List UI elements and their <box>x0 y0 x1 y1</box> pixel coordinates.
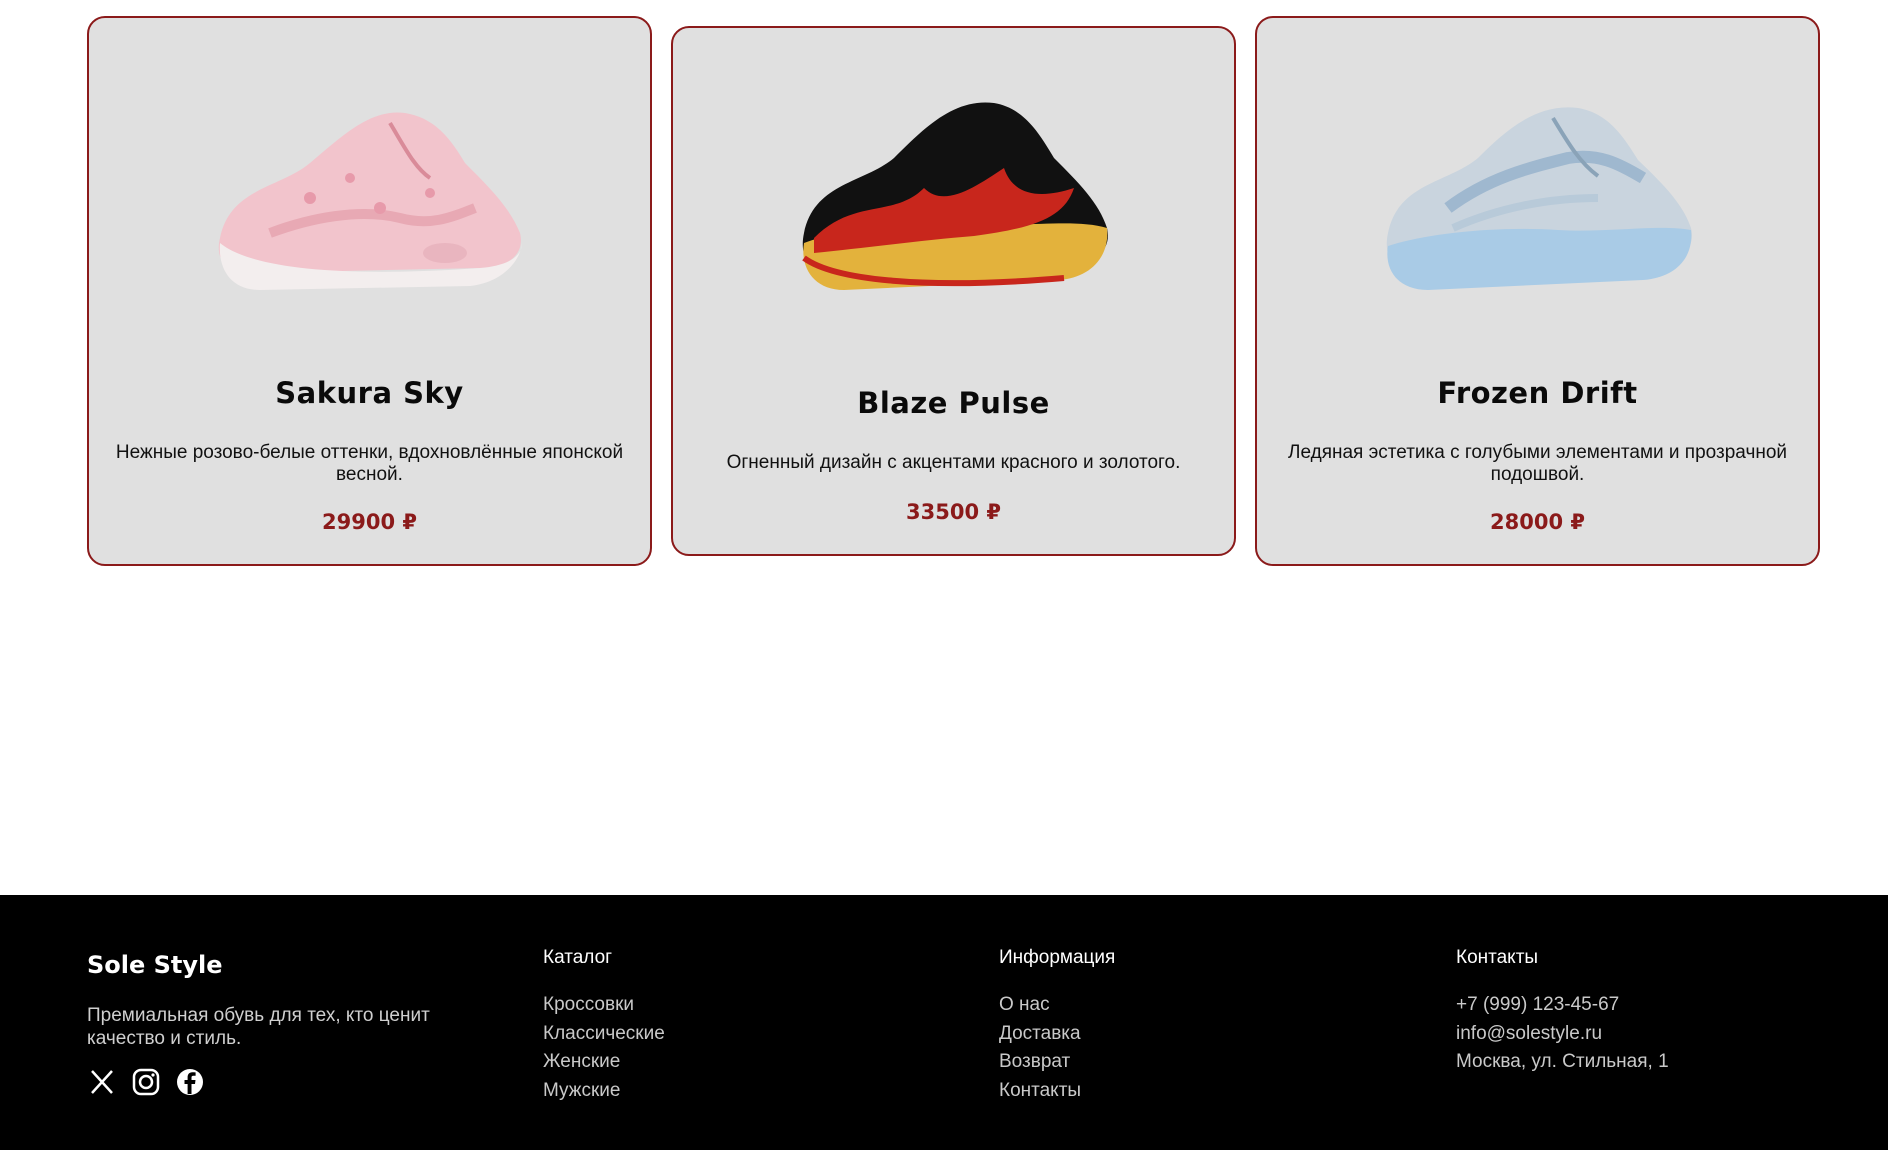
product-name: Frozen Drift <box>1437 376 1638 410</box>
footer-brand-logo[interactable]: Sole Style <box>87 951 223 979</box>
catalog-heading: Каталог <box>543 947 613 968</box>
product-price: 33500 ₽ <box>906 500 1001 524</box>
social-links <box>87 1067 205 1097</box>
product-name: Sakura Sky <box>275 376 464 410</box>
site-footer: Sole Style Премиальная обувь для тех, кт… <box>0 895 1888 1150</box>
product-description: Нежные розово-белые оттенки, вдохновлённ… <box>115 442 624 485</box>
x-icon[interactable] <box>87 1067 117 1097</box>
contacts-heading: Контакты <box>1456 947 1539 968</box>
product-card-sakura-sky[interactable]: Sakura Sky Нежные розово-белые оттенки, … <box>87 16 652 566</box>
catalog-link[interactable]: Классические <box>543 1020 665 1049</box>
info-link[interactable]: О нас <box>999 991 1081 1020</box>
product-grid: Sakura Sky Нежные розово-белые оттенки, … <box>87 16 1821 566</box>
facebook-icon[interactable] <box>175 1067 205 1097</box>
info-link[interactable]: Возврат <box>999 1048 1081 1077</box>
product-description: Ледяная эстетика с голубыми элементами и… <box>1287 442 1788 485</box>
contact-address: Москва, ул. Стильная, 1 <box>1456 1051 1669 1073</box>
catalog-link[interactable]: Женские <box>543 1048 665 1077</box>
red-gold-sneaker-image[interactable] <box>673 68 1234 308</box>
catalog-link[interactable]: Мужские <box>543 1077 665 1106</box>
contact-email[interactable]: info@solestyle.ru <box>1456 1020 1669 1049</box>
catalog-link[interactable]: Кроссовки <box>543 991 665 1020</box>
product-name: Blaze Pulse <box>857 386 1050 420</box>
blue-sneaker-image[interactable] <box>1257 68 1818 308</box>
footer-tagline: Премиальная обувь для тех, кто ценит кач… <box>87 1005 430 1049</box>
contacts-list: +7 (999) 123-45-67 info@solestyle.ru Мос… <box>1456 991 1669 1077</box>
instagram-icon[interactable] <box>131 1067 161 1097</box>
product-price: 28000 ₽ <box>1490 510 1585 534</box>
pink-sneaker-image[interactable] <box>89 68 650 308</box>
contact-phone[interactable]: +7 (999) 123-45-67 <box>1456 991 1669 1020</box>
product-description: Огненный дизайн с акцентами красного и з… <box>726 452 1181 473</box>
info-list: О нас Доставка Возврат Контакты <box>999 991 1081 1105</box>
catalog-list: Кроссовки Классические Женские Мужские <box>543 991 665 1105</box>
product-card-frozen-drift[interactable]: Frozen Drift Ледяная эстетика с голубыми… <box>1255 16 1820 566</box>
info-heading: Информация <box>999 947 1116 968</box>
product-price: 29900 ₽ <box>322 510 417 534</box>
product-card-blaze-pulse[interactable]: Blaze Pulse Огненный дизайн с акцентами … <box>671 26 1236 556</box>
info-link[interactable]: Контакты <box>999 1077 1081 1106</box>
info-link[interactable]: Доставка <box>999 1020 1081 1049</box>
